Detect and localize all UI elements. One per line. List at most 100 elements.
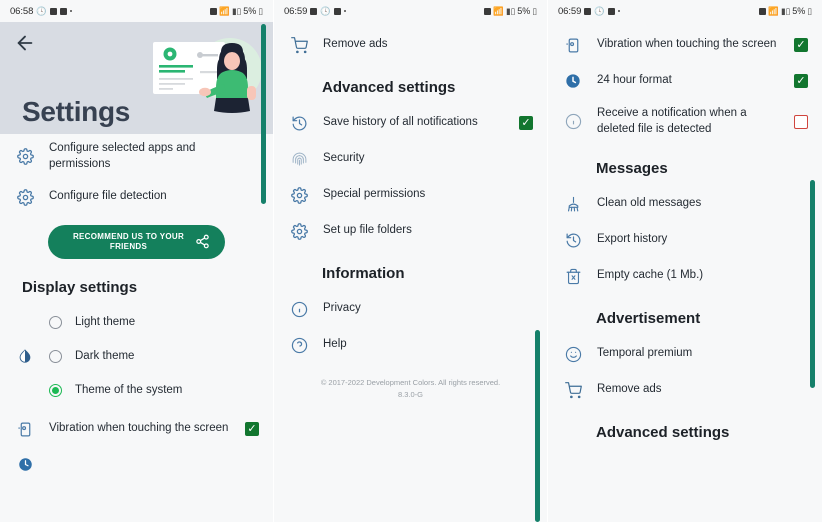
list-item-file-folders[interactable]: Set up file folders [274,213,547,249]
theme-option-light[interactable]: Light theme [0,305,273,339]
list-item-save-history[interactable]: Save history of all notifications ✓ [274,105,547,141]
list-item-label: Configure file detection [49,190,167,203]
status-bar: 06:59 🕓 📶 ▮▯ 5% ▯ [274,0,547,22]
alarm-icon [210,7,218,15]
history-icon [288,112,310,134]
list-item-security[interactable]: Security [274,141,547,177]
footer-version: 8.3.0-G [397,390,423,399]
help-icon [288,334,310,356]
list-item-configure-apps[interactable]: Configure selected apps and permissions [0,134,273,179]
scrollbar-panel-2[interactable] [535,330,540,522]
status-time: 06:59 [558,5,582,17]
list-item-privacy[interactable]: Privacy [274,291,547,327]
app-notif-icon-2 [333,7,341,15]
checkbox-deleted-file-notification[interactable] [794,114,808,129]
app-notif-icon-2 [607,7,615,15]
checkbox-vibration[interactable]: ✓ [245,422,259,437]
more-notif-icon [343,9,347,13]
signal-icon: ▮▯ [231,5,242,16]
signal-icon: ▮▯ [505,5,516,16]
radio-dark-theme[interactable] [49,349,62,363]
wifi-icon: 📶 [219,5,230,16]
wifi-icon: 📶 [768,5,779,16]
list-item-label: Vibration when touching the screen [49,422,229,435]
status-bar-left: 06:59 🕓 [284,5,347,17]
back-arrow-icon[interactable] [14,32,36,54]
battery-icon: ▯ [258,5,263,16]
battery-icon: ▯ [532,5,537,16]
theme-icon-placeholder [14,311,36,333]
battery-level: 5% [517,6,531,16]
list-item-remove-ads[interactable]: Remove ads [548,372,822,408]
list-item-special-permissions[interactable]: Special permissions [274,177,547,213]
settings-list: Configure selected apps and permissions … [0,134,273,486]
clock-filled-icon [562,70,584,92]
status-bar-right: 📶 ▮▯ 5% ▯ [210,6,263,16]
section-header-display-settings: Display settings [22,279,138,297]
checkbox-24h-format[interactable]: ✓ [794,74,808,88]
battery-level: 5% [243,6,257,16]
theme-icon-placeholder [14,379,36,401]
checkbox-save-history[interactable]: ✓ [519,116,533,130]
theme-option-system[interactable]: Theme of the system [0,373,273,407]
alarm-icon [484,7,492,15]
radio-light-theme[interactable] [49,315,62,329]
list-item-export-history[interactable]: Export history [548,222,822,258]
list-item-label: Vibration when touching the screen [597,38,777,51]
list-item-partial[interactable] [0,447,273,482]
cart-icon [562,379,584,401]
app-notif-icon [49,7,57,15]
scrollbar-panel-3[interactable] [810,180,815,388]
whatsapp-notif-icon: 🕓 [320,5,331,16]
panel-settings-main: 06:58 🕓 📶 ▮▯ 5% ▯ Settings Configure sel… [0,0,274,522]
list-item-vibration[interactable]: Vibration when touching the screen ✓ [548,22,822,63]
list-item-label: Help [323,338,347,351]
list-item-clean-old-messages[interactable]: Clean old messages [548,186,822,222]
gear-icon [14,146,36,168]
panel-messages-ads: 06:59 🕓 📶 ▮▯ 5% ▯ Vibration when touchin… [548,0,822,522]
list-item-vibration[interactable]: Vibration when touching the screen ✓ [0,407,273,447]
radio-system-theme[interactable] [49,383,62,397]
list-item-label: Remove ads [597,383,662,396]
gear-icon [288,184,310,206]
list-item-deleted-file-notification[interactable]: Receive a notification when a deleted fi… [548,99,822,144]
list-item-label: 24 hour format [597,74,672,87]
messages-list: Vibration when touching the screen ✓ 24 … [548,22,822,454]
footer-copyright: © 2017-2022 Development Colors. All righ… [274,363,547,409]
vibration-phone-icon [14,418,36,440]
settings-hero-header: Settings [0,22,273,134]
section-header-advanced-settings: Advanced settings [596,424,730,442]
panel-advanced-info: 06:59 🕓 📶 ▮▯ 5% ▯ Remove ads Advanced se… [274,0,548,522]
info-icon [288,298,310,320]
gear-icon [14,186,36,208]
section-header-advertisement: Advertisement [596,310,701,328]
list-item-empty-cache[interactable]: Empty cache (1 Mb.) [548,258,822,294]
broom-icon [562,193,584,215]
theme-option-label: Theme of the system [75,384,183,397]
checkbox-vibration[interactable]: ✓ [794,38,808,52]
status-bar: 06:59 🕓 📶 ▮▯ 5% ▯ [548,0,822,22]
list-item-remove-ads[interactable]: Remove ads [274,22,547,63]
trash-icon [562,265,584,287]
list-item-configure-file-detection[interactable]: Configure file detection [0,179,273,215]
clock-notif-icon: 🕓 [36,5,47,16]
recommend-button-label: RECOMMEND US TO YOUR FRIENDS [72,232,185,252]
share-icon [195,234,211,250]
recommend-us-button[interactable]: RECOMMEND US TO YOUR FRIENDS [48,225,225,260]
list-item-label: Special permissions [323,188,426,201]
section-header-advanced-settings: Advanced settings [322,79,456,96]
more-notif-icon [69,9,73,13]
status-bar-right: 📶 ▮▯ 5% ▯ [484,6,537,16]
whatsapp-notif-icon: 🕓 [594,5,605,16]
status-time: 06:59 [284,5,308,17]
scrollbar-panel-1[interactable] [261,24,266,204]
list-item-24h-format[interactable]: 24 hour format ✓ [548,63,822,99]
list-item-temporal-premium[interactable]: Temporal premium [548,336,822,372]
theme-option-dark[interactable]: Dark theme [0,339,273,373]
status-time: 06:58 [10,5,34,17]
screenshot-triptych: 06:58 🕓 📶 ▮▯ 5% ▯ Settings Configure sel… [0,0,822,522]
fingerprint-icon [288,148,310,170]
vibration-phone-icon [562,34,584,56]
list-item-label: Privacy [323,302,361,315]
list-item-help[interactable]: Help [274,327,547,363]
